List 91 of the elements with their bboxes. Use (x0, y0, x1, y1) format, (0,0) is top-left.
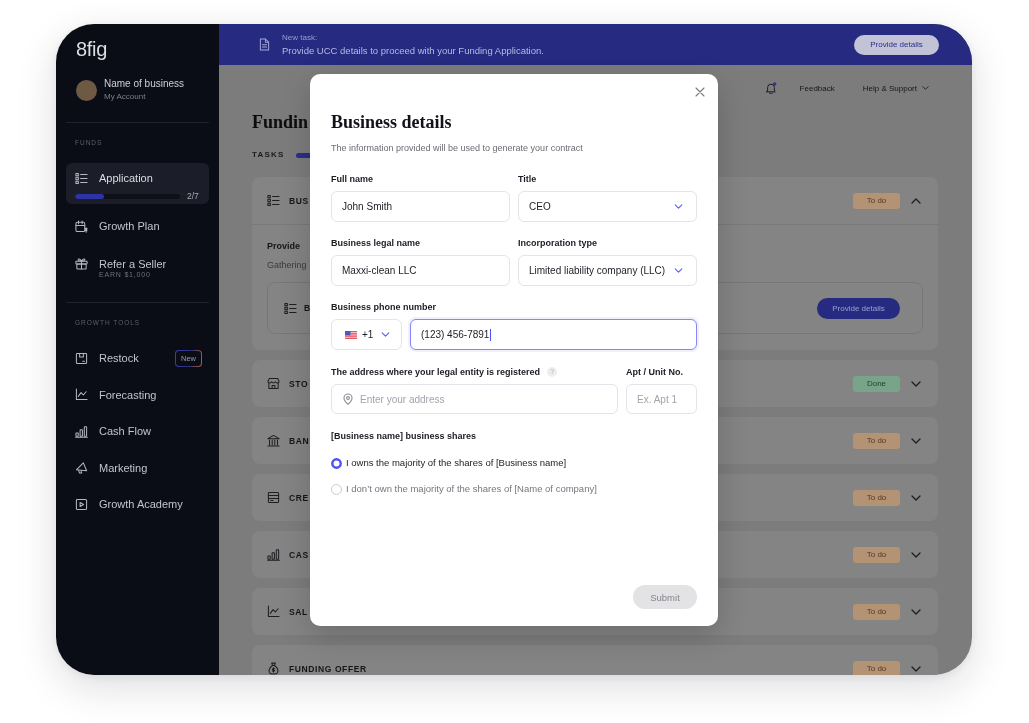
gift-icon (75, 257, 88, 270)
close-icon[interactable] (695, 87, 705, 97)
banner-label: New task: (282, 32, 318, 43)
nav-item[interactable]: Growth Plan (66, 208, 209, 244)
radio-button[interactable] (331, 457, 342, 469)
phone-field[interactable]: (123) 456-7891 (410, 319, 697, 350)
radio-label[interactable]: I owns the majority of the shares of [Business name] (346, 457, 567, 469)
account-link[interactable]: My Account (104, 92, 146, 102)
nav-item[interactable]: Growth Academy (66, 486, 209, 523)
nav-item[interactable]: Cash Flow (66, 413, 209, 450)
field-label: The address where your legal entity is registered (331, 366, 541, 378)
credit-card-icon (267, 491, 280, 504)
dialog-subtitle: The information provided will be used to generate your contract (331, 142, 583, 154)
status-badge: To do (853, 603, 900, 620)
section-label: TASKS (252, 150, 285, 160)
nav-item[interactable]: Forecasting (66, 376, 209, 413)
dialog-title: Business details (331, 111, 452, 133)
bar-chart-icon (267, 548, 280, 561)
field-label: Business phone number (331, 301, 437, 313)
task-title: CAS (289, 549, 309, 560)
apartment-field[interactable]: Ex. Apt 1 (626, 384, 697, 414)
chevron-down-icon[interactable] (911, 608, 921, 615)
status-badge: To do (853, 489, 900, 506)
text-field[interactable]: Maxxi-clean LLC (331, 255, 510, 286)
banner-message: Provide UCC details to proceed with your Funding Application. (282, 43, 544, 57)
subtask-title: B (304, 303, 311, 313)
nav-item[interactable]: Marketing (66, 449, 209, 486)
field-label: Full name (331, 173, 373, 185)
select-field[interactable]: CEO (518, 191, 697, 222)
task-title: FUNDING OFFER (289, 663, 367, 674)
task-title: SAL (289, 606, 308, 617)
task-heading: Provide (267, 240, 300, 252)
task-title: BAN (289, 435, 310, 446)
bell-icon[interactable] (764, 82, 777, 94)
list-icon (75, 171, 88, 185)
radio-button[interactable] (331, 483, 342, 495)
flag-icon (345, 330, 357, 339)
bank-icon (267, 434, 280, 447)
chevron-down-icon[interactable] (911, 494, 921, 501)
text-field[interactable]: John Smith (331, 191, 510, 222)
chevron-up-icon[interactable] (911, 197, 921, 204)
status-badge: To do (853, 660, 900, 675)
field-label: Business legal name (331, 237, 421, 249)
store-icon (267, 377, 280, 390)
chevron-down-icon (674, 268, 683, 273)
question-label: [Business name] business shares (331, 430, 477, 442)
address-field[interactable]: Enter your address (331, 384, 618, 414)
chevron-down-icon[interactable] (911, 665, 921, 672)
radio-label[interactable]: I don’t own the majority of the shares of [Name of company] (346, 483, 597, 495)
chevron-down-icon[interactable] (911, 380, 921, 387)
play-square-icon (75, 497, 88, 511)
header-link[interactable]: Help & Support (862, 83, 929, 93)
package-icon (75, 351, 88, 365)
status-badge: To do (853, 546, 900, 563)
chevron-down-icon (674, 204, 683, 209)
chevron-down-icon (922, 86, 929, 90)
task-title: STO (289, 378, 309, 389)
provide-details-button[interactable]: Provide details (854, 34, 939, 55)
accent-stripe (295, 152, 310, 158)
bar-chart-icon (75, 424, 88, 438)
field-label: Title (518, 173, 537, 185)
calendar-icon (75, 219, 88, 233)
country-code-select[interactable]: +1 (331, 319, 402, 350)
select-field[interactable]: Limited liability company (LLC) (518, 255, 697, 286)
money-bag-icon (267, 662, 280, 675)
status-badge: To do (853, 432, 900, 449)
document-icon (259, 38, 270, 51)
page-title: Fundin (252, 111, 309, 133)
field-label: Incorporation type (518, 237, 597, 249)
progress-reading: 2/7 (187, 191, 199, 201)
chevron-down-icon[interactable] (911, 551, 921, 558)
task-description: Gathering (267, 259, 307, 271)
task-title: BUS (289, 195, 309, 206)
megaphone-icon (75, 461, 88, 475)
status-badge: To do (853, 192, 900, 209)
status-badge: Done (853, 375, 900, 392)
checklist-icon (284, 301, 297, 315)
field-label: Apt / Unit No. (626, 366, 683, 378)
location-pin-icon (343, 393, 353, 405)
header-link[interactable]: Feedback (799, 83, 835, 93)
provide-details-button[interactable]: Provide details (817, 297, 900, 319)
line-chart-icon (267, 605, 280, 618)
account-name[interactable]: Name of business (104, 78, 185, 90)
line-chart-icon (75, 388, 88, 402)
nav-item[interactable]: Application 2/7 (66, 163, 209, 204)
task-title: CRE (289, 492, 309, 503)
avatar-placeholder (76, 79, 97, 101)
logo[interactable]: 8fig (76, 39, 108, 59)
checklist-icon (267, 194, 280, 207)
chevron-down-icon[interactable] (911, 437, 921, 444)
chevron-down-icon (381, 332, 391, 337)
